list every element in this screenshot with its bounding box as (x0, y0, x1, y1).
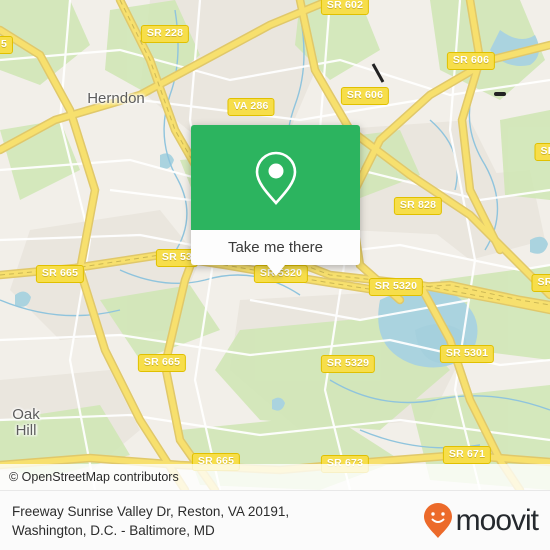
popup-pointer-tail (266, 265, 285, 276)
road-shield[interactable]: SR 828 (393, 197, 443, 215)
road-shield[interactable]: SR 606 (340, 87, 390, 105)
moovit-wordmark: moovit (455, 503, 539, 537)
osm-attribution-text: © OpenStreetMap contributors (9, 470, 179, 484)
map-screen: Herndon Oak Hill SR 602 SR 228 5 SR 606 … (0, 0, 550, 550)
road-shield[interactable]: SR 602 (320, 0, 370, 15)
road-shield[interactable]: SR 665 (35, 265, 85, 283)
road-shield[interactable]: SR 671 (442, 446, 492, 464)
road-shield[interactable]: SR 5301 (439, 345, 495, 363)
road-shield[interactable]: SR (534, 143, 550, 161)
road-shield[interactable]: VA 286 (227, 98, 275, 116)
road-shield[interactable]: SR 665 (137, 354, 187, 372)
map-canvas[interactable]: Herndon Oak Hill SR 602 SR 228 5 SR 606 … (0, 0, 550, 490)
location-popup-card: Take me there (191, 125, 360, 276)
location-title: Freeway Sunrise Valley Dr, Reston, VA 20… (12, 503, 290, 538)
road-shield[interactable]: SR (531, 274, 550, 292)
take-me-there-button[interactable]: Take me there (191, 230, 360, 265)
road-shield[interactable]: 5 (0, 36, 14, 54)
road-shield[interactable]: SR 5329 (320, 355, 376, 373)
place-label: Herndon (87, 90, 145, 107)
popup-image-area (191, 125, 360, 230)
road-shield[interactable]: SR 228 (140, 25, 190, 43)
map-attribution-bar: © OpenStreetMap contributors (0, 464, 550, 490)
road-shield[interactable]: SR 5320 (368, 278, 424, 296)
road-shield[interactable]: SR 606 (446, 52, 496, 70)
moovit-pin-smiley-icon (423, 502, 452, 538)
place-label: Oak Hill (12, 406, 40, 439)
moovit-logo: moovit (423, 502, 539, 540)
map-pin-icon (255, 151, 296, 205)
take-me-there-label: Take me there (227, 239, 324, 256)
footer-bar: Freeway Sunrise Valley Dr, Reston, VA 20… (0, 490, 550, 550)
